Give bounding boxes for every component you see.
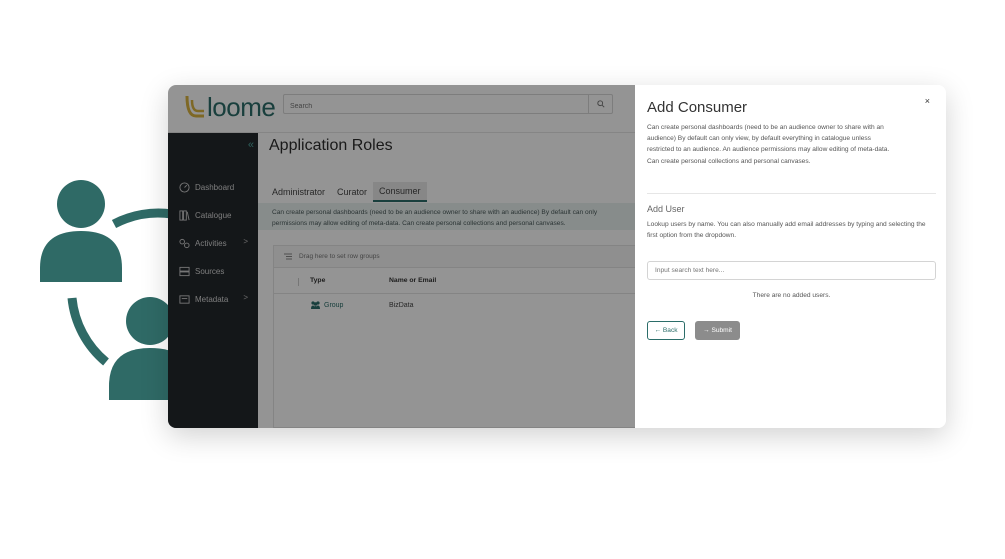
empty-users-message: There are no added users. (752, 292, 831, 299)
add-user-title: Add User (647, 204, 685, 214)
stage: loome « Dashboar (0, 0, 1005, 559)
user-search-input[interactable] (647, 261, 936, 280)
close-icon[interactable]: × (925, 96, 930, 106)
app-background: loome « Dashboar (168, 85, 645, 428)
panel-description: Can create personal dashboards (need to … (647, 124, 890, 165)
back-button[interactable]: ← Back (647, 321, 685, 340)
add-user-description: Lookup users by name. You can also manua… (647, 221, 926, 239)
divider (647, 193, 936, 194)
panel-title: Add Consumer (647, 99, 748, 116)
app-window: loome « Dashboar (168, 85, 946, 428)
submit-button[interactable]: → Submit (695, 321, 740, 340)
add-consumer-panel: × Add Consumer Can create personal dashb… (635, 85, 946, 428)
modal-backdrop[interactable] (168, 85, 635, 428)
